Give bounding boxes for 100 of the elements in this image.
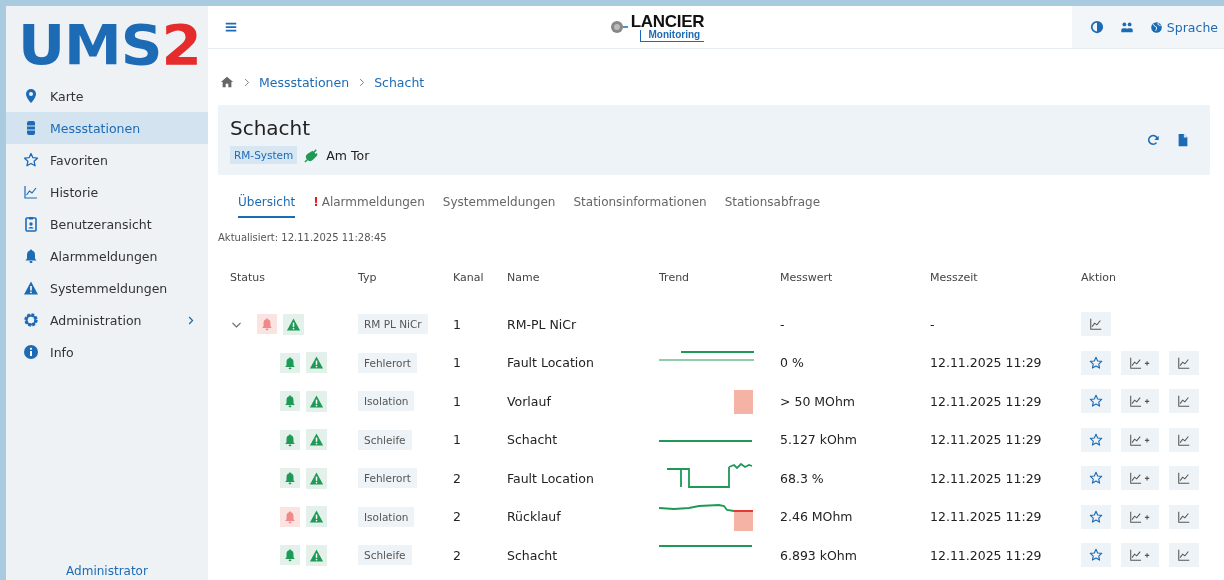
measured-value: 5.127 kOhm [780, 432, 857, 448]
brand-logo: LANCIER Monitoring [242, 12, 1072, 42]
chart-plus-icon [1129, 509, 1152, 524]
column-header: Status [230, 271, 266, 284]
warning-icon [309, 470, 324, 486]
warning-icon [309, 393, 324, 409]
channel-name: Schacht [507, 547, 558, 563]
favorite-button[interactable] [1081, 504, 1111, 529]
chart-button[interactable] [1081, 312, 1111, 337]
star-icon [1089, 471, 1103, 486]
tab[interactable]: Stationsabfrage [724, 195, 821, 218]
chart-plus-icon [1129, 432, 1152, 447]
station-location: Am Tor [326, 147, 370, 163]
menu-icon [224, 20, 238, 34]
settings-icon [23, 312, 39, 328]
favorite-button[interactable] [1081, 350, 1111, 375]
chart-icon [1089, 317, 1103, 332]
refresh-icon [1146, 133, 1160, 147]
favorite-button[interactable] [1081, 389, 1111, 414]
warning-icon [309, 509, 324, 525]
chart-plus-icon [1129, 548, 1152, 563]
contrast-icon [1089, 20, 1104, 34]
bell-icon [23, 248, 39, 264]
chart-icon [1177, 432, 1192, 447]
favorite-button[interactable] [1081, 427, 1111, 452]
pin-icon [23, 88, 39, 104]
add-chart-button[interactable] [1121, 427, 1160, 452]
chart-button[interactable] [1169, 504, 1200, 529]
column-header: Trend [659, 271, 690, 284]
sidebar-item[interactable]: Karte [6, 80, 208, 112]
star-icon [1089, 355, 1103, 370]
channel-number: 1 [453, 393, 461, 409]
channel-number: 1 [453, 432, 461, 448]
star-icon [1089, 394, 1103, 409]
measured-value: - [780, 316, 785, 332]
measure-time: 12.11.2025 11:29 [930, 432, 1042, 448]
star-icon [1089, 509, 1103, 524]
chart-icon [1177, 471, 1192, 486]
star-icon [23, 152, 39, 168]
type-chip: Schleife [358, 429, 412, 450]
breadcrumb-link[interactable]: Schacht [374, 74, 425, 90]
tab[interactable]: Systemmeldungen [442, 195, 556, 218]
measured-value: > 50 MOhm [780, 393, 856, 409]
users-icon [1119, 20, 1134, 34]
channel-name: Rücklauf [507, 509, 561, 525]
sidebar-item[interactable]: Favoriten [6, 144, 208, 176]
channel-name: RM-PL NiCr [507, 316, 577, 332]
star-icon [1089, 432, 1103, 447]
warning-icon [23, 280, 39, 296]
favorite-button[interactable] [1081, 543, 1111, 568]
tab[interactable]: Stationsinformationen [573, 195, 707, 218]
chart-button[interactable] [1169, 389, 1200, 414]
tab[interactable]: ! Alarmmeldungen [313, 195, 425, 218]
chart-button[interactable] [1169, 350, 1200, 375]
type-chip: Fehlerort [358, 468, 417, 489]
globe-icon [1149, 20, 1163, 34]
add-chart-button[interactable] [1121, 389, 1160, 414]
type-chip: Fehlerort [358, 352, 417, 373]
add-chart-button[interactable] [1121, 466, 1160, 491]
channel-number: 1 [453, 316, 461, 332]
column-header: Aktion [1081, 271, 1116, 284]
measured-value: 0 % [780, 355, 804, 371]
column-header: Name [507, 271, 540, 284]
sidebar-item[interactable]: Systemmeldungen [6, 272, 208, 304]
add-chart-button[interactable] [1121, 350, 1160, 375]
sidebar-item[interactable]: Benutzeransicht [6, 208, 208, 240]
warning-icon [286, 316, 301, 332]
station-title: Schacht [230, 116, 312, 140]
sidebar-item[interactable]: Messstationen [6, 112, 208, 144]
add-chart-button[interactable] [1121, 543, 1160, 568]
channel-number: 2 [453, 547, 461, 563]
user-name[interactable]: Administrator [6, 564, 208, 580]
home-link[interactable] [220, 75, 234, 89]
type-chip: Isolation [358, 506, 415, 527]
column-header: Kanal [453, 271, 484, 284]
tab[interactable]: Übersicht [238, 195, 296, 218]
sidebar-item[interactable]: Administration [6, 304, 208, 336]
sidebar-item[interactable]: Historie [6, 176, 208, 208]
chart-button[interactable] [1169, 466, 1200, 491]
breadcrumb-link[interactable]: Messstationen [259, 74, 350, 90]
chart-button[interactable] [1169, 427, 1200, 452]
chart-icon [1177, 355, 1192, 370]
favorite-button[interactable] [1081, 466, 1111, 491]
chart-plus-icon [1129, 394, 1152, 409]
chart-icon [1177, 394, 1192, 409]
home-icon [220, 75, 234, 89]
chart-plus-icon [1129, 471, 1152, 486]
system-tag: RM-System [230, 146, 298, 164]
add-chart-button[interactable] [1121, 504, 1160, 529]
sidebar-item[interactable]: Alarmmeldungen [6, 240, 208, 272]
document-icon [1176, 133, 1190, 147]
logo-text: UMS [18, 17, 162, 75]
logo-accent: 2 [161, 17, 201, 75]
badge-icon [23, 216, 39, 232]
plug-icon [304, 147, 320, 163]
sidebar-item[interactable]: Info [6, 336, 208, 368]
chart-button[interactable] [1169, 543, 1200, 568]
measured-value: 2.46 MOhm [780, 509, 853, 525]
measure-time: - [930, 316, 935, 332]
measure-time: 12.11.2025 11:29 [930, 393, 1042, 409]
